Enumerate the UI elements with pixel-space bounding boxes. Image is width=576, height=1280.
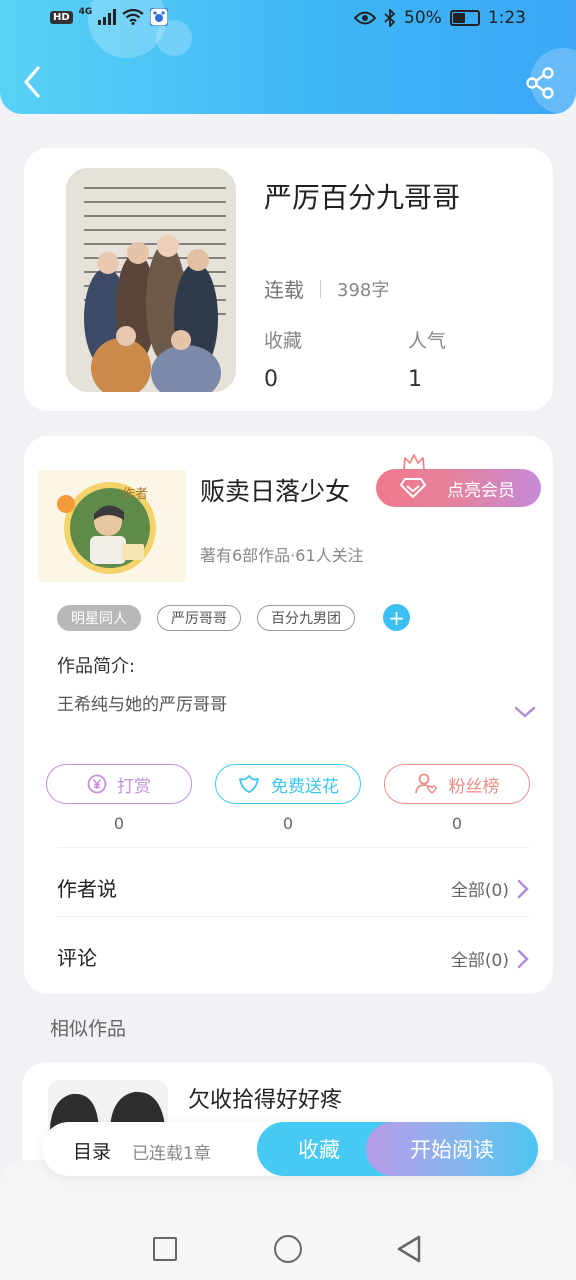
chevron-right-icon xyxy=(517,949,529,968)
signal-icon xyxy=(98,9,117,25)
fan-ranking-button[interactable]: 粉丝榜 xyxy=(384,764,530,804)
favorites-value: 0 xyxy=(264,367,278,392)
popularity-value: 1 xyxy=(408,367,422,392)
share-button[interactable] xyxy=(524,66,556,100)
tag[interactable]: 百分九男团 xyxy=(257,604,355,631)
comments-count: 全部(0) xyxy=(450,951,509,971)
tag-list: 明星同人 严厉哥哥 百分九男团 + xyxy=(57,604,410,631)
flower-count: 0 xyxy=(282,814,294,833)
network-badge: HD xyxy=(50,10,73,24)
send-flower-label: 免费送花 xyxy=(271,776,339,797)
chevron-left-icon xyxy=(24,66,40,98)
tag[interactable]: 严厉哥哥 xyxy=(157,604,241,631)
popularity-label: 人气 xyxy=(408,330,447,352)
chevron-right-icon xyxy=(517,879,529,898)
book-info-card: 严厉百分九哥哥 连载 398字 收藏 0 人气 1 xyxy=(24,148,553,411)
bluetooth-icon xyxy=(384,9,396,27)
divider xyxy=(57,916,529,917)
author-badge: 作者 xyxy=(122,487,148,502)
diamond-icon xyxy=(400,478,426,498)
divider xyxy=(57,847,529,848)
book-title: 严厉百分九哥哥 xyxy=(264,181,461,214)
header: HD 4G 50% 1:23 xyxy=(0,0,576,114)
recent-apps-button[interactable] xyxy=(153,1237,177,1261)
author-says-all-link[interactable]: 全部(0) xyxy=(451,876,529,901)
eye-icon xyxy=(354,11,377,25)
send-flower-button[interactable]: 免费送花 xyxy=(215,764,361,804)
fan-count: 0 xyxy=(451,814,463,833)
word-count: 398字 xyxy=(337,279,390,301)
tag[interactable]: 明星同人 xyxy=(57,604,141,631)
signal-label: 4G xyxy=(78,7,93,17)
yen-coin-icon xyxy=(87,774,107,794)
table-of-contents-button[interactable]: 目录 xyxy=(73,1137,111,1164)
author-card: 作者 贩卖日落少女 点亮会员 著有6部作品·61人关注 明星同人 严厉哥哥 百分… xyxy=(24,436,553,994)
intro-text: 王希纯与她的严厉哥哥 xyxy=(57,695,227,715)
nav-back-icon[interactable] xyxy=(396,1234,422,1264)
similar-item-title: 欠收拾得好好疼 xyxy=(188,1088,343,1113)
comments-label: 评论 xyxy=(57,946,97,970)
flower-icon xyxy=(239,775,259,793)
chevron-down-icon xyxy=(514,706,536,718)
back-button[interactable] xyxy=(18,64,48,100)
fan-ranking-label: 粉丝榜 xyxy=(448,776,500,797)
similar-section-title: 相似作品 xyxy=(50,1018,127,1040)
reward-label: 打赏 xyxy=(117,776,151,797)
collect-label: 收藏 xyxy=(298,1138,340,1162)
status-bar: HD 4G 50% 1:23 xyxy=(0,7,576,32)
book-status-row: 连载 398字 xyxy=(264,274,389,303)
battery-icon xyxy=(449,10,480,26)
comments-all-link[interactable]: 全部(0) xyxy=(451,946,529,971)
author-says-label: 作者说 xyxy=(57,877,117,901)
home-button[interactable] xyxy=(274,1235,302,1263)
reading-bar: 目录 已连载1章 收藏 开始阅读 xyxy=(42,1122,538,1176)
cover-image xyxy=(66,168,236,392)
author-says-count: 全部(0) xyxy=(450,881,509,901)
add-tag-button[interactable]: + xyxy=(383,604,410,631)
serial-status: 连载 xyxy=(264,278,304,302)
app-notification-icon xyxy=(150,8,169,26)
author-meta: 著有6部作品·61人关注 xyxy=(200,546,364,565)
vip-button[interactable]: 点亮会员 xyxy=(376,469,541,507)
wifi-icon xyxy=(122,9,145,25)
author-avatar[interactable]: 作者 xyxy=(38,470,186,582)
book-cover[interactable] xyxy=(66,168,236,392)
intro-label: 作品简介: xyxy=(57,656,136,677)
battery-percent: 50% xyxy=(404,8,442,28)
share-icon xyxy=(526,67,554,99)
reward-button[interactable]: 打赏 xyxy=(46,764,192,804)
vip-label: 点亮会员 xyxy=(447,480,515,501)
popularity-stat: 人气 1 xyxy=(408,326,446,392)
start-reading-label: 开始阅读 xyxy=(410,1138,494,1162)
clock: 1:23 xyxy=(487,8,526,28)
system-navbar xyxy=(0,1218,576,1280)
divider xyxy=(320,279,321,298)
author-name: 贩卖日落少女 xyxy=(200,477,351,506)
author-avatar-image: 作者 xyxy=(38,470,186,582)
user-heart-icon xyxy=(414,773,437,795)
favorites-stat: 收藏 0 xyxy=(264,326,302,392)
expand-intro-button[interactable] xyxy=(514,704,536,723)
chapter-count: 已连载1章 xyxy=(132,1144,211,1164)
favorites-label: 收藏 xyxy=(264,330,303,352)
start-reading-button[interactable]: 开始阅读 xyxy=(366,1122,538,1176)
reward-count: 0 xyxy=(113,814,125,833)
